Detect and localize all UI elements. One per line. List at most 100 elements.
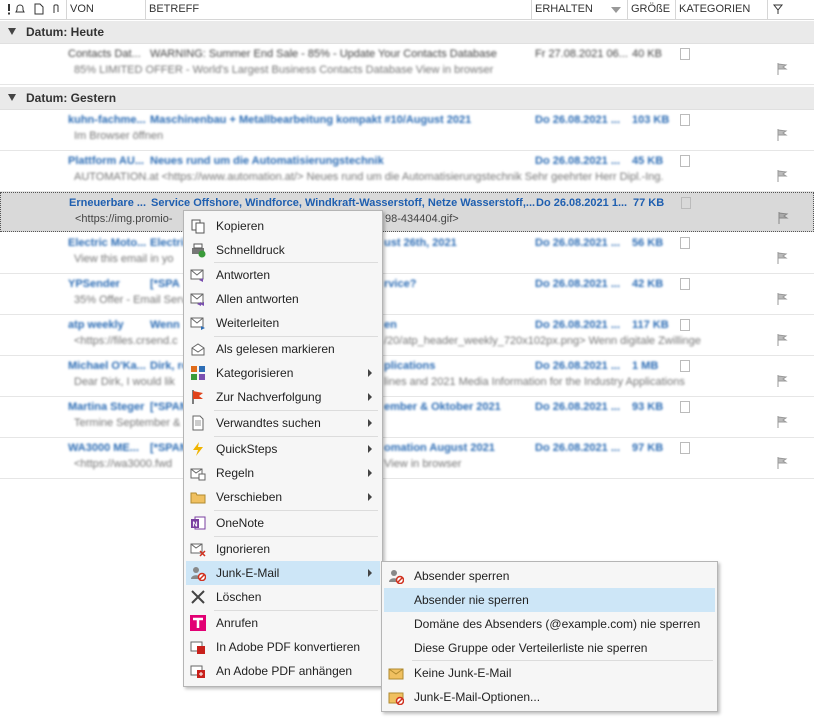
message-preview: View this email in yo (74, 253, 174, 265)
category-box[interactable] (680, 48, 690, 60)
collapse-icon[interactable] (8, 94, 16, 101)
flag-icon[interactable] (776, 333, 788, 347)
message-size: 1 MB (632, 360, 659, 372)
menu-item-label: QuickSteps (216, 442, 278, 456)
menu-item-label: Verschieben (216, 490, 283, 504)
menu-item-pdf-convert[interactable]: In Adobe PDF konvertieren (186, 635, 380, 659)
quick-print-icon (192, 243, 206, 258)
submenu-item-junk-options[interactable]: Junk-E-Mail-Optionen... (384, 685, 715, 709)
menu-item-reply-all[interactable]: Allen antworten (186, 287, 380, 311)
menu-item-quicksteps[interactable]: QuickSteps (186, 437, 380, 461)
menu-item-reply[interactable]: Antworten (186, 263, 380, 287)
message-sender: WA3000 ME... (68, 442, 139, 454)
reply-icon (190, 269, 204, 282)
menu-item-label: Regeln (216, 466, 255, 480)
message-row[interactable]: kuhn-fachme... Maschinenbau + Metallbear… (0, 110, 814, 151)
message-date: Do 26.08.2021 ... (535, 360, 620, 372)
copy-icon (191, 219, 205, 234)
flag-icon[interactable] (776, 128, 788, 142)
message-row[interactable]: Martina Steger [*SPAM ember & Oktober 20… (0, 397, 814, 438)
menu-item-label: Als gelesen markieren (216, 342, 335, 356)
flag-icon[interactable] (777, 211, 789, 225)
message-row[interactable]: Michael O'Ka... Dirk, ro plications Dear… (0, 356, 814, 397)
message-size: 93 KB (632, 401, 664, 413)
submenu-arrow-icon (368, 493, 372, 501)
message-sender: kuhn-fachme... (68, 114, 146, 126)
message-row[interactable]: Plattform AU... Neues rund um die Automa… (0, 151, 814, 192)
menu-item-quick-print[interactable]: Schnelldruck (186, 238, 380, 262)
flag-status-icon[interactable] (772, 3, 784, 15)
junk-submenu: Absender sperren Absender nie sperren Do… (381, 561, 718, 712)
menu-item-label: Schnelldruck (216, 243, 285, 257)
flag-icon[interactable] (776, 415, 788, 429)
flag-icon[interactable] (776, 169, 788, 183)
menu-item-onenote[interactable]: N OneNote (186, 511, 380, 535)
category-box[interactable] (680, 401, 690, 413)
category-box[interactable] (680, 360, 690, 372)
message-size: 56 KB (632, 237, 664, 249)
sort-descending-icon[interactable] (611, 7, 621, 13)
column-size[interactable]: GRÖßE (628, 0, 676, 19)
column-from[interactable]: VON (66, 0, 146, 19)
message-date: Do 26.08.2021 ... (535, 278, 620, 290)
message-row[interactable]: Contacts Dat... WARNING: Summer End Sale… (0, 44, 814, 85)
column-categories[interactable]: KATEGORIEN (676, 0, 768, 19)
block-sender-icon (389, 570, 404, 584)
flag-icon[interactable] (776, 62, 788, 76)
category-box[interactable] (680, 155, 690, 167)
message-subject-tail: rvice? (384, 278, 417, 290)
message-subject: [*SPA (150, 278, 180, 290)
submenu-item-block-sender[interactable]: Absender sperren (384, 564, 715, 588)
message-row[interactable]: YPSender [*SPA rvice? 35% Offer - Email … (0, 274, 814, 315)
submenu-item-never-block-group[interactable]: Diese Gruppe oder Verteilerliste nie spe… (384, 636, 715, 660)
menu-item-copy[interactable]: Kopieren (186, 214, 380, 238)
menu-item-delete[interactable]: Löschen (186, 585, 380, 609)
menu-item-move[interactable]: Verschieben (186, 485, 380, 509)
flag-icon[interactable] (776, 251, 788, 265)
message-row[interactable]: atp weekly Wenn en <https://files.crsend… (0, 315, 814, 356)
message-row-selected[interactable]: Erneuerbare ... Service Offshore, Windfo… (0, 192, 814, 232)
submenu-item-label: Absender sperren (414, 569, 510, 583)
menu-item-categorize[interactable]: Kategorisieren (186, 361, 380, 385)
submenu-item-not-junk[interactable]: Keine Junk-E-Mail (384, 661, 715, 685)
flag-icon[interactable] (776, 292, 788, 306)
item-type-icon[interactable] (33, 3, 45, 15)
flag-icon[interactable] (776, 456, 788, 470)
message-row[interactable]: Electric Moto... Electri ust 26th, 2021 … (0, 233, 814, 274)
column-subject[interactable]: BETREFF (146, 0, 532, 19)
submenu-arrow-icon (368, 369, 372, 377)
message-row[interactable]: WA3000 ME... [*SPAM omation August 2021 … (0, 438, 814, 479)
category-box[interactable] (680, 237, 690, 249)
category-box[interactable] (680, 278, 690, 290)
menu-item-ignore[interactable]: Ignorieren (186, 537, 380, 561)
message-subject: Wenn (150, 319, 180, 331)
menu-item-label: Allen antworten (216, 292, 299, 306)
category-box[interactable] (680, 114, 690, 126)
submenu-item-never-block-domain[interactable]: Domäne des Absenders (@example.com) nie … (384, 612, 715, 636)
attachment-icon[interactable] (50, 3, 62, 15)
category-box[interactable] (681, 197, 691, 209)
category-box[interactable] (680, 319, 690, 331)
menu-item-find-related[interactable]: Verwandtes suchen (186, 411, 380, 435)
pdf-convert-icon (190, 641, 205, 654)
reply-all-icon (190, 293, 204, 306)
menu-item-pdf-append[interactable]: An Adobe PDF anhängen (186, 659, 380, 683)
menu-item-mark-read[interactable]: Als gelesen markieren (186, 337, 380, 361)
menu-item-follow-up[interactable]: Zur Nachverfolgung (186, 385, 380, 409)
submenu-arrow-icon (368, 469, 372, 477)
menu-item-forward[interactable]: Weiterleiten (186, 311, 380, 335)
menu-item-call[interactable]: Anrufen (186, 611, 380, 635)
group-header-today[interactable]: Datum: Heute (0, 21, 814, 44)
category-box[interactable] (680, 442, 690, 454)
submenu-arrow-icon (368, 393, 372, 401)
group-header-yesterday[interactable]: Datum: Gestern (0, 87, 814, 110)
collapse-icon[interactable] (8, 28, 16, 35)
menu-item-label: Kopieren (216, 219, 265, 233)
menu-item-label: Ignorieren (216, 542, 271, 556)
message-sender: Plattform AU... (68, 155, 144, 167)
menu-item-rules[interactable]: Regeln (186, 461, 380, 485)
flag-icon[interactable] (776, 374, 788, 388)
reminder-bell-icon[interactable] (14, 3, 26, 15)
menu-item-junk[interactable]: Junk-E-Mail (186, 561, 380, 585)
submenu-item-never-block-sender[interactable]: Absender nie sperren (384, 588, 715, 612)
